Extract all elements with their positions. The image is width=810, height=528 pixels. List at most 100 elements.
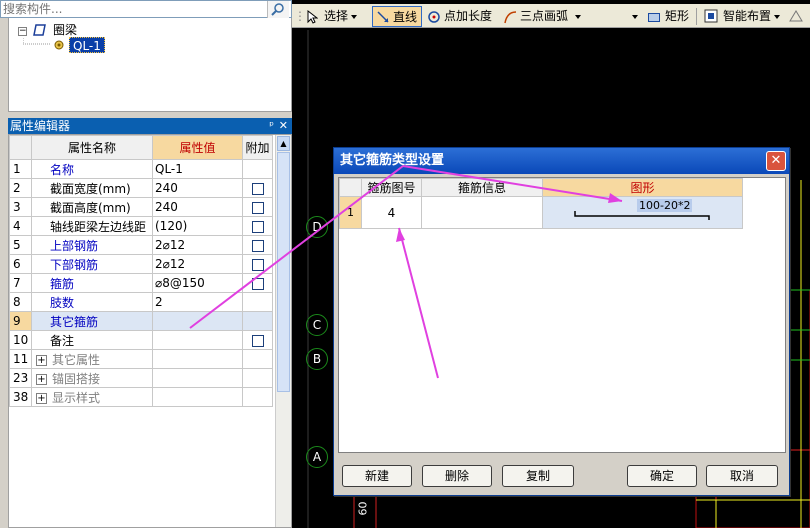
property-name-cell: 截面高度(mm) bbox=[31, 197, 153, 217]
property-name-cell: 下部钢筋 bbox=[31, 254, 153, 274]
property-name-cell: 轴线距梁左边线距 bbox=[31, 216, 153, 236]
property-value[interactable]: QL-1 bbox=[152, 159, 243, 179]
property-scrollbar[interactable]: ▲ bbox=[275, 135, 291, 527]
style-dropdown-icon[interactable] bbox=[632, 15, 638, 19]
delete-button[interactable]: 删除 bbox=[422, 465, 492, 487]
rect-icon bbox=[648, 13, 660, 22]
property-row[interactable]: 2 截面宽度(mm) 240 bbox=[9, 178, 273, 198]
extra-checkbox[interactable] bbox=[251, 220, 264, 233]
property-row[interactable]: 38 + 显示样式 bbox=[9, 387, 273, 407]
property-extra-cell bbox=[242, 178, 273, 198]
property-row[interactable]: 9 其它箍筋 bbox=[9, 311, 273, 331]
cancel-button[interactable]: 取消 bbox=[706, 465, 778, 487]
extra-checkbox[interactable] bbox=[251, 334, 264, 347]
scroll-up-icon[interactable]: ▲ bbox=[277, 136, 290, 151]
smart-layout-button[interactable]: 智能布置 bbox=[723, 6, 771, 26]
toolbar-grip: ⋮ bbox=[294, 9, 306, 23]
property-extra-cell bbox=[242, 254, 273, 274]
property-row-num: 38 bbox=[9, 387, 32, 407]
property-extra-cell bbox=[242, 387, 273, 407]
property-editor-title-text: 属性编辑器 bbox=[10, 119, 71, 133]
property-value[interactable] bbox=[152, 387, 243, 407]
select-dropdown-icon[interactable] bbox=[351, 15, 357, 19]
extra-checkbox[interactable] bbox=[251, 258, 264, 271]
stirrup-header-info: 箍筋信息 bbox=[421, 178, 543, 197]
tree-item-ql1[interactable]: QL-1 bbox=[69, 37, 105, 53]
draw-toolbar: ⋮ 选择 直线 点加长度 三点画弧 矩形 智能布置 bbox=[292, 4, 810, 28]
property-extra-cell bbox=[242, 197, 273, 217]
property-row[interactable]: 3 截面高度(mm) 240 bbox=[9, 197, 273, 217]
property-name: 显示样式 bbox=[52, 390, 101, 405]
property-value[interactable]: 2⌀12 bbox=[152, 235, 243, 255]
property-name: 备注 bbox=[50, 333, 75, 348]
property-row[interactable]: 6 下部钢筋 2⌀12 bbox=[9, 254, 273, 274]
rect-button[interactable]: 矩形 bbox=[665, 6, 689, 26]
stirrup-row-figno[interactable]: 4 bbox=[361, 196, 422, 229]
stirrup-row[interactable]: 1 4 100-20*2 bbox=[339, 196, 743, 229]
close-icon[interactable]: ✕ bbox=[279, 118, 288, 134]
extra-checkbox[interactable] bbox=[251, 201, 264, 214]
property-value[interactable]: 2⌀12 bbox=[152, 254, 243, 274]
property-row[interactable]: 5 上部钢筋 2⌀12 bbox=[9, 235, 273, 255]
smart-dropdown-icon[interactable] bbox=[774, 15, 780, 19]
property-row[interactable]: 7 箍筋 ⌀8@150 bbox=[9, 273, 273, 293]
header-name: 属性名称 bbox=[31, 135, 153, 160]
property-row-num: 9 bbox=[9, 311, 32, 331]
expand-icon[interactable]: + bbox=[36, 392, 47, 404]
smart-layout-icon bbox=[704, 9, 718, 23]
property-value[interactable] bbox=[152, 368, 243, 388]
extra-checkbox[interactable] bbox=[251, 239, 264, 252]
search-button[interactable] bbox=[267, 1, 289, 18]
property-value[interactable]: 240 bbox=[152, 197, 243, 217]
arc-button[interactable]: 三点画弧 bbox=[520, 6, 568, 26]
property-value[interactable]: 240 bbox=[152, 178, 243, 198]
property-value[interactable] bbox=[152, 349, 243, 369]
property-row[interactable]: 23 + 锚固搭接 bbox=[9, 368, 273, 388]
property-extra-cell bbox=[242, 292, 273, 312]
property-row-num: 23 bbox=[9, 368, 32, 388]
stirrup-header-shape: 图形 bbox=[542, 178, 743, 197]
dialog-close-icon[interactable]: ✕ bbox=[766, 151, 786, 171]
property-name: 其它箍筋 bbox=[50, 314, 99, 329]
ok-button[interactable]: 确定 bbox=[627, 465, 697, 487]
property-row[interactable]: 10 备注 bbox=[9, 330, 273, 350]
property-name-cell: 箍筋 bbox=[31, 273, 153, 293]
scroll-thumb[interactable] bbox=[277, 152, 290, 392]
property-name: 轴线距梁左边线距 bbox=[50, 219, 147, 234]
property-name-cell: 截面宽度(mm) bbox=[31, 178, 153, 198]
extra-checkbox[interactable] bbox=[251, 182, 264, 195]
property-value[interactable]: ⌀8@150 bbox=[152, 273, 243, 293]
point-length-button[interactable]: 点加长度 bbox=[444, 6, 492, 26]
property-header-row: 属性名称 属性值 附加 bbox=[9, 135, 273, 160]
property-value[interactable]: (120) bbox=[152, 216, 243, 236]
property-row[interactable]: 8 肢数 2 bbox=[9, 292, 273, 312]
property-editor-title: 属性编辑器 ᵖ ✕ bbox=[8, 118, 292, 134]
tree-root-label[interactable]: 圈梁 bbox=[53, 22, 77, 38]
tree-collapse-toggle[interactable]: − bbox=[18, 27, 27, 36]
arc-dropdown-icon[interactable] bbox=[575, 15, 581, 19]
property-row[interactable]: 1 名称 QL-1 bbox=[9, 159, 273, 179]
property-value[interactable] bbox=[152, 311, 243, 331]
axis-label-a: A bbox=[306, 446, 328, 468]
expand-icon[interactable]: + bbox=[36, 373, 47, 385]
property-value[interactable] bbox=[152, 330, 243, 350]
stirrup-row-info[interactable] bbox=[421, 196, 543, 229]
copy-button[interactable]: 复制 bbox=[502, 465, 574, 487]
more-tools-icon[interactable] bbox=[788, 9, 804, 23]
property-extra-cell bbox=[242, 273, 273, 293]
property-row[interactable]: 11 + 其它属性 bbox=[9, 349, 273, 369]
search-input[interactable] bbox=[3, 1, 253, 17]
select-button[interactable]: 选择 bbox=[324, 6, 348, 26]
property-name-cell: 备注 bbox=[31, 330, 153, 350]
expand-icon[interactable]: + bbox=[36, 354, 47, 366]
stirrup-row-shape[interactable]: 100-20*2 bbox=[542, 196, 743, 229]
property-row[interactable]: 4 轴线距梁左边线距 (120) bbox=[9, 216, 273, 236]
new-button[interactable]: 新建 bbox=[342, 465, 412, 487]
property-value[interactable]: 2 bbox=[152, 292, 243, 312]
line-icon bbox=[377, 11, 389, 23]
extra-checkbox[interactable] bbox=[251, 277, 264, 290]
pin-icon[interactable]: ᵖ bbox=[269, 118, 274, 134]
left-panel: − 圈梁 QL-1 属性编辑器 ᵖ ✕ 属性名称 属性值 附加 1名称QL-12… bbox=[0, 0, 292, 528]
line-button[interactable]: 直线 bbox=[372, 6, 422, 27]
property-table: 属性名称 属性值 附加 1 名称 QL-1 2 截面宽度(mm) 240 3 截面高度(mm)… bbox=[9, 135, 273, 407]
